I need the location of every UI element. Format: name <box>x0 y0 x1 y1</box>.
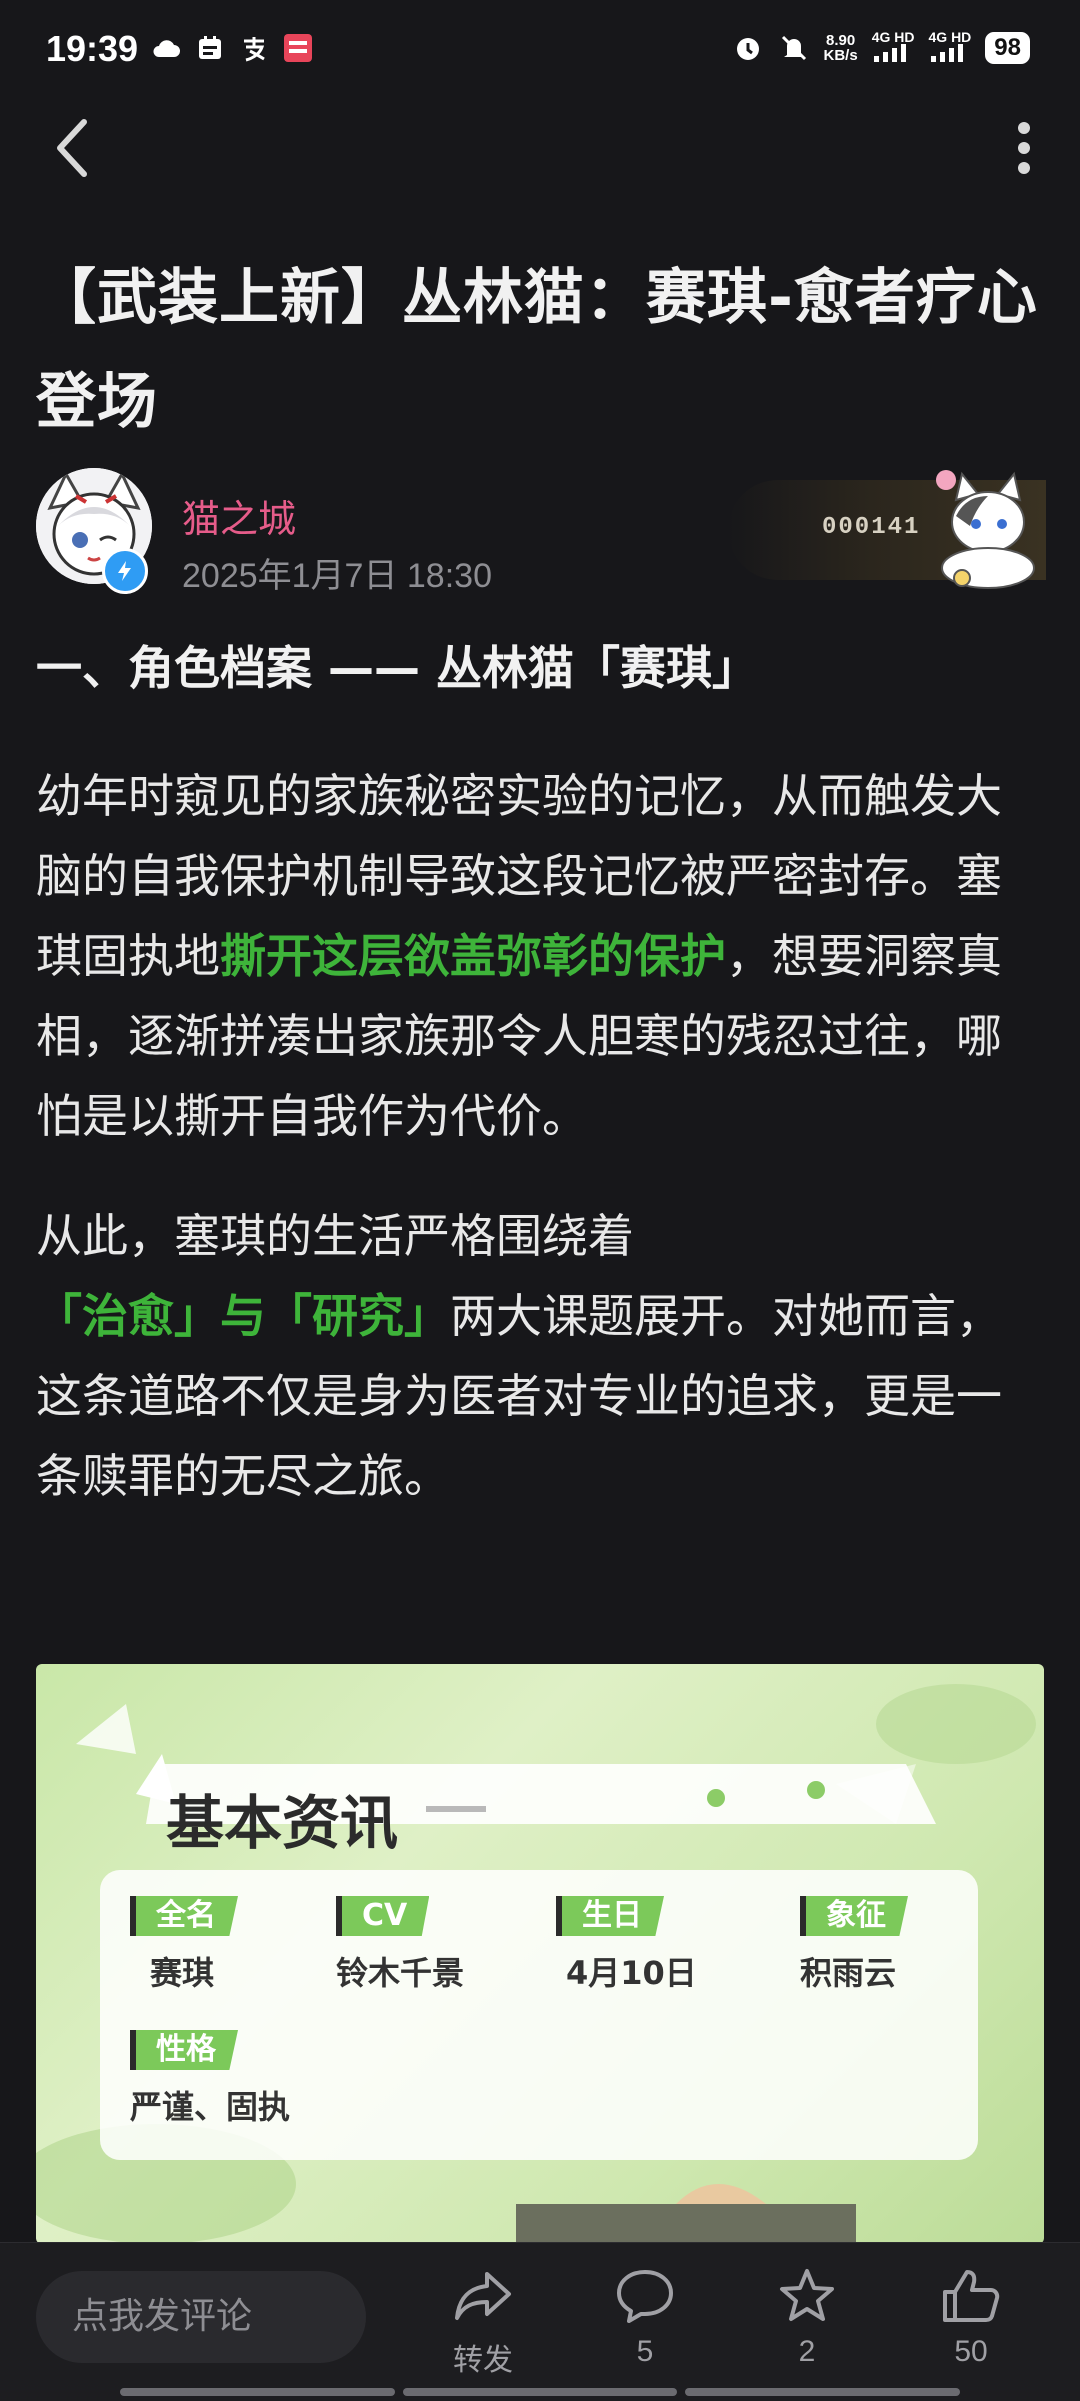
field-birthday: 生日 4月10日 <box>556 1896 697 1994</box>
bottom-action-bar: 点我发评论 转发 5 2 50 <box>0 2242 1080 2401</box>
field-fullname: 全名 赛琪 <box>130 1896 238 1994</box>
gesture-bar <box>120 2388 961 2396</box>
comment-icon <box>617 2270 673 2323</box>
signal-bars-icon <box>873 44 906 62</box>
back-button[interactable] <box>40 116 104 180</box>
info-fields: 全名 赛琪 CV 铃木千景 生日 4月10日 象征 积雨云 性格 严谨、固执 <box>100 1870 978 2160</box>
like-button[interactable]: 50 <box>916 2263 1026 2369</box>
field-cv: CV 铃木千景 <box>336 1896 465 1992</box>
chevron-left-icon <box>57 119 87 177</box>
mute-icon <box>778 32 810 64</box>
comment-count: 5 <box>636 2335 654 2368</box>
card-title: 基本资讯 <box>166 1789 399 1857</box>
more-options-button[interactable] <box>992 116 1056 180</box>
lightning-icon <box>118 561 131 581</box>
alipay-icon <box>238 32 270 64</box>
status-bar: 19:39 8.90 KB/s 4G HD 4G HD 98 <box>0 0 1080 100</box>
signal-1: 4G HD <box>872 30 915 66</box>
alarm-icon <box>732 32 764 64</box>
system-icons: 8.90 KB/s 4G HD 4G HD 98 <box>732 30 1030 66</box>
verified-badge <box>102 548 148 594</box>
field-symbol: 象征 积雨云 <box>800 1896 908 1994</box>
share-button[interactable]: 转发 <box>428 2263 538 2379</box>
post-date: 2025年1月7日 18:30 <box>182 557 492 595</box>
like-count: 50 <box>954 2335 988 2368</box>
battery-indicator: 98 <box>985 32 1030 64</box>
star-icon <box>780 2269 834 2321</box>
notification-icons <box>150 32 314 64</box>
character-info-image[interactable]: 基本资讯 全名 赛琪 CV 铃木千景 生日 4月10日 象征 积雨云 性格 严谨… <box>36 1664 1044 2244</box>
app-notification-icon <box>282 32 314 64</box>
cloud-icon <box>150 32 182 64</box>
highlight-text: 「治愈」与「研究」 <box>36 1289 450 1343</box>
top-bar <box>0 100 1080 200</box>
card-title-banner: 基本资讯 <box>116 1754 936 1857</box>
highlight-text: 撕开这层欲盖弥彰的保护 <box>220 929 726 983</box>
author-name[interactable]: 猫之城 <box>182 488 296 543</box>
paragraph: 幼年时窥见的家族秘密实验的记忆，从而触发大脑的自我保护机制导致这段记忆被严密封存… <box>36 769 1002 1143</box>
decoration-number: 000141 <box>822 514 921 541</box>
author-decoration: 000141 <box>728 470 1046 589</box>
author-row: 猫之城 2025年1月7日 18:30 000141 <box>36 468 1046 596</box>
calendar-icon <box>194 32 226 64</box>
section-heading: 一、角色档案 —— 丛林猫「赛琪」 <box>36 641 759 695</box>
article-title: 【武装上新】丛林猫：赛琪-愈者疗心登场 <box>36 263 1038 437</box>
share-label: 转发 <box>453 2344 513 2377</box>
more-vertical-icon <box>1018 122 1030 174</box>
article-body: 一、角色档案 —— 丛林猫「赛琪」 幼年时窥见的家族秘密实验的记忆，从而触发大脑… <box>36 620 1046 1556</box>
favorite-count: 2 <box>798 2335 816 2368</box>
field-personality: 性格 严谨、固执 <box>130 2030 291 2126</box>
comment-input[interactable]: 点我发评论 <box>36 2271 366 2363</box>
share-icon <box>455 2272 511 2320</box>
signal-bars-icon <box>930 44 963 62</box>
paragraph: 从此，塞琪的生活严格围绕着「治愈」与「研究」两大课题展开。对她而言，这条道路不仅… <box>36 1209 1002 1503</box>
comment-button[interactable]: 5 <box>590 2263 700 2369</box>
cat-mascot-icon <box>936 470 1035 589</box>
thumbs-up-icon <box>943 2270 1000 2322</box>
status-time: 19:39 <box>46 28 139 69</box>
network-speed: 8.90 KB/s <box>823 32 858 64</box>
favorite-button[interactable]: 2 <box>752 2263 862 2369</box>
signal-2: 4G HD <box>929 30 971 66</box>
